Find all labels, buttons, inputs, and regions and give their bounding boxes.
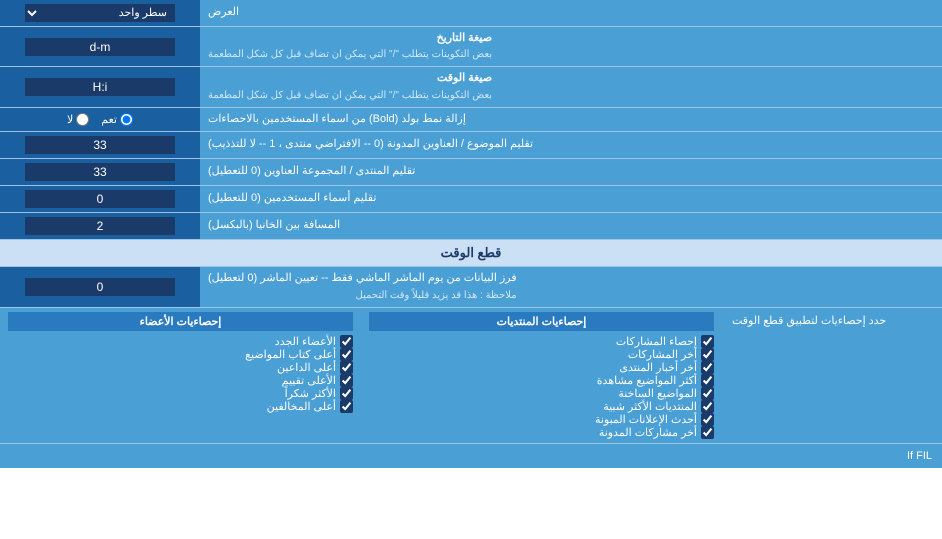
checkbox-posts-3-input[interactable] [701,361,714,374]
topic-titles-input[interactable] [25,136,175,154]
posts-col-header: إحصاءيات المنتديات [369,312,714,331]
time-cut-input[interactable] [25,278,175,296]
spacing-label: المسافة بين الخانيا (بالبكسل) [200,213,942,239]
spacing-input-cell [0,213,200,239]
display-mode-row: العرض سطر واحد [0,0,942,27]
checkbox-posts-2: أخر المشاركات [369,348,714,361]
checkbox-members-3: أعلى الداعين [8,361,353,374]
checkbox-posts-5: المواضيع الساخنة [369,387,714,400]
checkbox-posts-5-input[interactable] [701,387,714,400]
forum-titles-input-cell [0,159,200,185]
bold-remove-row: إزالة نمط بولد (Bold) من اسماء المستخدمي… [0,108,942,132]
spacing-input[interactable] [25,217,175,235]
display-mode-input[interactable]: سطر واحد [0,0,200,26]
checkbox-members-4-input[interactable] [340,374,353,387]
bold-no-label[interactable]: لا [67,113,89,126]
checkbox-posts-1-input[interactable] [701,335,714,348]
usernames-row: تقليم أسماء المستخدمين (0 للتعطيل) [0,186,942,213]
forum-titles-label: تقليم المنتدى / المجموعة العناوين (0 للت… [200,159,942,185]
usernames-label: تقليم أسماء المستخدمين (0 للتعطيل) [200,186,942,212]
date-format-input[interactable] [25,38,175,56]
checkbox-members-5-input[interactable] [340,387,353,400]
checkbox-posts-7-input[interactable] [701,413,714,426]
forum-titles-row: تقليم المنتدى / المجموعة العناوين (0 للت… [0,159,942,186]
checkbox-posts-6: المنتديات الأكثر شبية [369,400,714,413]
topic-titles-input-cell [0,132,200,158]
checkbox-posts-2-input[interactable] [701,348,714,361]
checkbox-members-5: الأكثر شكراً [8,387,353,400]
bottom-bar: If FIL [0,444,942,468]
display-mode-label: العرض [200,0,942,26]
time-cut-section-header: قطع الوقت [0,240,942,267]
checkbox-posts-8-input[interactable] [701,426,714,439]
members-col-header: إحصاءيات الأعضاء [8,312,353,331]
checkbox-members-6-input[interactable] [340,400,353,413]
spacing-row: المسافة بين الخانيا (بالبكسل) [0,213,942,240]
checkbox-members-2-input[interactable] [340,348,353,361]
date-format-input-cell [0,27,200,66]
checkbox-members-2: أعلى كتاب المواضيع [8,348,353,361]
bold-no-radio[interactable] [76,113,89,126]
time-cut-row: فرز البيانات من يوم الماشر الماشي فقط --… [0,267,942,307]
time-cut-input-cell [0,267,200,306]
posts-checkboxes-col: إحصاءيات المنتديات إحصاء المشاركات أخر ا… [361,308,722,443]
time-cut-label: فرز البيانات من يوم الماشر الماشي فقط --… [200,267,942,306]
checkbox-posts-7: أحدث الإعلانات المبونة [369,413,714,426]
checkbox-posts-4: أكثر المواضيع مشاهدة [369,374,714,387]
checkbox-posts-8: أخر مشاركات المدونة [369,426,714,439]
bold-yes-radio[interactable] [120,113,133,126]
time-format-input[interactable] [25,78,175,96]
topic-titles-row: تقليم الموضوع / العناوين المدونة (0 -- ا… [0,132,942,159]
bold-yes-label[interactable]: تعم [101,113,133,126]
checkbox-posts-3: أخر أخبار المنتدى [369,361,714,374]
checkbox-members-6: أعلى المخالفين [8,400,353,413]
date-format-label: صيغة التاريخ بعض التكوينات يتطلب "/" الت… [200,27,942,66]
checkbox-posts-6-input[interactable] [701,400,714,413]
time-format-label: صيغة الوقت بعض التكوينات يتطلب "/" التي … [200,67,942,106]
forum-titles-input[interactable] [25,163,175,181]
topic-titles-label: تقليم الموضوع / العناوين المدونة (0 -- ا… [200,132,942,158]
date-format-row: صيغة التاريخ بعض التكوينات يتطلب "/" الت… [0,27,942,67]
checkbox-members-1-input[interactable] [340,335,353,348]
bold-remove-options: تعم لا [0,108,200,131]
checkbox-posts-4-input[interactable] [701,374,714,387]
display-mode-select[interactable]: سطر واحد [25,4,175,22]
checkbox-posts-1: إحصاء المشاركات [369,335,714,348]
time-cut-limit-label: حدد إحصاءيات لتطبيق قطع الوقت [722,308,942,443]
usernames-input[interactable] [25,190,175,208]
checkbox-members-3-input[interactable] [340,361,353,374]
checkbox-members-4: الأعلى تقييم [8,374,353,387]
usernames-input-cell [0,186,200,212]
checkboxes-section: حدد إحصاءيات لتطبيق قطع الوقت إحصاءيات ا… [0,308,942,444]
checkbox-members-1: الأعضاء الجدد [8,335,353,348]
bold-remove-label: إزالة نمط بولد (Bold) من اسماء المستخدمي… [200,108,942,131]
time-format-input-cell [0,67,200,106]
members-checkboxes-col: إحصاءيات الأعضاء الأعضاء الجدد أعلى كتاب… [0,308,361,443]
time-format-row: صيغة الوقت بعض التكوينات يتطلب "/" التي … [0,67,942,107]
